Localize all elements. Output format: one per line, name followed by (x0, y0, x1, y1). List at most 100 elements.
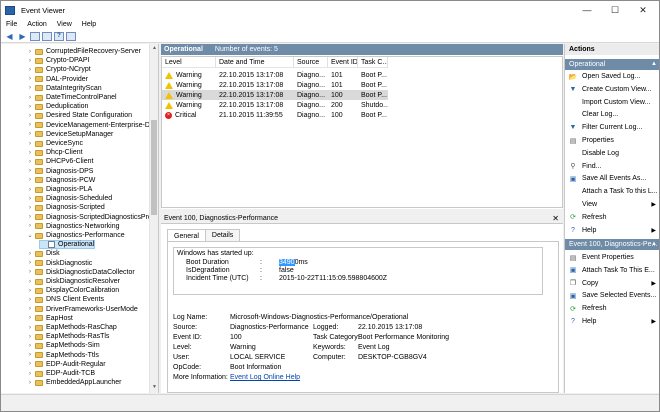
tree-item[interactable]: ⌄ Diagnostics-Performance (27, 231, 124, 240)
chevron-right-icon[interactable]: › (27, 104, 33, 110)
chevron-right-icon[interactable]: › (27, 269, 33, 275)
close-button[interactable]: ✕ (629, 1, 657, 19)
action-item[interactable]: Attach a Task To this L... (565, 186, 659, 197)
chevron-right-icon[interactable]: › (27, 315, 33, 321)
action-item[interactable]: Import Custom View... (565, 97, 659, 108)
table-row[interactable]: × Critical 21.10.2015 11:39:55 Diagno... 100… (162, 110, 388, 120)
tree-item[interactable]: › DeviceSync (27, 139, 83, 148)
action-item[interactable]: ▣ Save All Events As... (565, 173, 659, 184)
tree-item[interactable]: › EDP-Audit-TCB (27, 369, 95, 378)
table-row[interactable]: Warning 22.10.2015 13:17:08 Diagno... 200 Sh… (162, 100, 388, 110)
table-row[interactable]: Warning 22.10.2015 13:17:08 Diagno... 101 Bo… (162, 70, 388, 80)
action-item[interactable]: ▣ Attach Task To This E... (565, 265, 659, 276)
detail-close-icon[interactable]: ✕ (552, 214, 559, 223)
action-item[interactable]: ▼ Filter Current Log... (565, 122, 659, 133)
menu-view[interactable]: View (52, 21, 77, 28)
chevron-right-icon[interactable]: › (27, 279, 33, 285)
event-description-box[interactable]: Windows has started up: Boot Duration: 34… (173, 247, 543, 295)
tree-item[interactable]: › DNS Client Events (27, 295, 104, 304)
chevron-right-icon[interactable]: › (27, 361, 33, 367)
tree-item[interactable]: › Disk (27, 249, 60, 258)
action-item[interactable]: Disable Log (565, 148, 659, 159)
chevron-right-icon[interactable]: › (27, 159, 33, 165)
menu-help[interactable]: Help (77, 21, 101, 28)
action-item[interactable]: ? Help ▶ (565, 225, 659, 236)
tree-item[interactable]: › DriverFrameworks-UserMode (27, 305, 138, 314)
chevron-right-icon[interactable]: › (27, 141, 33, 147)
chevron-right-icon[interactable]: › (27, 380, 33, 386)
forward-arrow-icon[interactable]: ▶ (17, 31, 28, 41)
tree-item[interactable]: › DHCPv6-Client (27, 157, 93, 166)
scroll-thumb[interactable] (151, 120, 157, 215)
chevron-right-icon[interactable]: › (27, 371, 33, 377)
prop-moreinfo-v[interactable]: Event Log Online Help (230, 374, 300, 381)
action-item[interactable]: ⟳ Refresh (565, 303, 659, 314)
chevron-right-icon[interactable]: › (27, 49, 33, 55)
chevron-right-icon[interactable]: › (27, 306, 33, 312)
chevron-right-icon[interactable]: › (27, 260, 33, 266)
tab-details[interactable]: Details (204, 229, 241, 241)
chevron-right-icon[interactable]: › (27, 168, 33, 174)
chevron-right-icon[interactable]: › (27, 67, 33, 73)
actions-section-event[interactable]: Event 100, Diagnostics-Pe... ▲ (565, 239, 659, 250)
col-source[interactable]: Source (294, 57, 328, 68)
tree-item[interactable]: › Diagnosis-Scheduled (27, 194, 112, 203)
tree-item[interactable]: › DateTimeControlPanel (27, 93, 117, 102)
tree-scrollbar[interactable]: ▲ ▼ (149, 44, 158, 393)
chevron-right-icon[interactable]: › (27, 95, 33, 101)
col-level[interactable]: Level (162, 57, 216, 68)
back-arrow-icon[interactable]: ◀ (4, 31, 15, 41)
action-item[interactable]: ▤ Event Properties (565, 252, 659, 263)
col-date[interactable]: Date and Time (216, 57, 294, 68)
tree-item[interactable]: › CorruptedFileRecovery-Server (27, 47, 141, 56)
chevron-right-icon[interactable]: › (27, 288, 33, 294)
tree-item[interactable]: › Diagnosis-ScriptedDiagnosticsPro (27, 213, 152, 222)
action-item[interactable]: ▼ Create Custom View... (565, 84, 659, 95)
tree-item[interactable]: › DiskDiagnosticResolver (27, 277, 120, 286)
tree-item[interactable]: › EapMethods-RasTls (27, 332, 109, 341)
action-item[interactable]: ⚲ Find... (565, 161, 659, 172)
tree-item[interactable]: › DisplayColorCalibration (27, 286, 119, 295)
table-row[interactable]: Warning 22.10.2015 13:17:08 Diagno... 101 Bo… (162, 80, 388, 90)
tree-item[interactable]: › DeviceSetupManager (27, 130, 113, 139)
scroll-up-arrow-icon[interactable]: ▲ (150, 45, 159, 51)
tree-item[interactable]: › Diagnostics-Networking (27, 222, 120, 231)
tree-item[interactable]: › DiskDiagnostic (27, 259, 92, 268)
actions-section-operational[interactable]: Operational ▲ (565, 59, 659, 70)
action-item[interactable]: 📂 Open Saved Log... (565, 71, 659, 82)
tree-item[interactable]: › DAL-Provider (27, 75, 88, 84)
chevron-right-icon[interactable]: › (27, 85, 33, 91)
menu-file[interactable]: File (1, 21, 22, 28)
tree-item[interactable]: › EapMethods-Ttls (27, 351, 99, 360)
menu-action[interactable]: Action (22, 21, 51, 28)
tree-item[interactable]: › Crypto-NCrypt (27, 65, 91, 74)
scroll-down-arrow-icon[interactable]: ▼ (150, 384, 159, 390)
tree-item[interactable]: › Diagnosis-PCW (27, 176, 95, 185)
chevron-right-icon[interactable]: › (27, 297, 33, 303)
tree-item[interactable]: › DataIntegrityScan (27, 84, 102, 93)
chevron-right-icon[interactable]: › (27, 325, 33, 331)
tree-item[interactable]: › Crypto-DPAPI (27, 56, 89, 65)
action-item[interactable]: View ▶ (565, 199, 659, 210)
chevron-right-icon[interactable]: › (27, 122, 33, 128)
chevron-right-icon[interactable]: › (27, 352, 33, 358)
tree-item[interactable]: › Diagnosis-DPS (27, 167, 93, 176)
collapse-up-icon[interactable]: ▲ (651, 241, 657, 247)
help-icon[interactable]: ? (54, 31, 64, 41)
action-item[interactable]: ❐ Copy ▶ (565, 278, 659, 289)
chevron-right-icon[interactable]: › (27, 334, 33, 340)
action-item[interactable]: ? Help ▶ (565, 316, 659, 327)
table-row[interactable]: Warning 22.10.2015 13:17:08 Diagno... 100 Bo… (162, 90, 388, 100)
show-hide-tree-icon[interactable] (42, 31, 52, 41)
show-hide-action-pane-icon[interactable] (66, 31, 76, 41)
chevron-right-icon[interactable]: › (27, 205, 33, 211)
action-item[interactable]: Clear Log... (565, 109, 659, 120)
tree-item[interactable]: › EapMethods-RasChap (27, 323, 117, 332)
tree-item[interactable]: › DiskDiagnosticDataCollector (27, 268, 135, 277)
action-item[interactable]: ⟳ Refresh (565, 212, 659, 223)
minimize-button[interactable]: — (573, 1, 601, 19)
action-item[interactable]: ▤ Properties (565, 135, 659, 146)
chevron-right-icon[interactable]: › (27, 196, 33, 202)
action-item[interactable]: ▣ Save Selected Events... (565, 290, 659, 301)
col-event-id[interactable]: Event ID (328, 57, 358, 68)
